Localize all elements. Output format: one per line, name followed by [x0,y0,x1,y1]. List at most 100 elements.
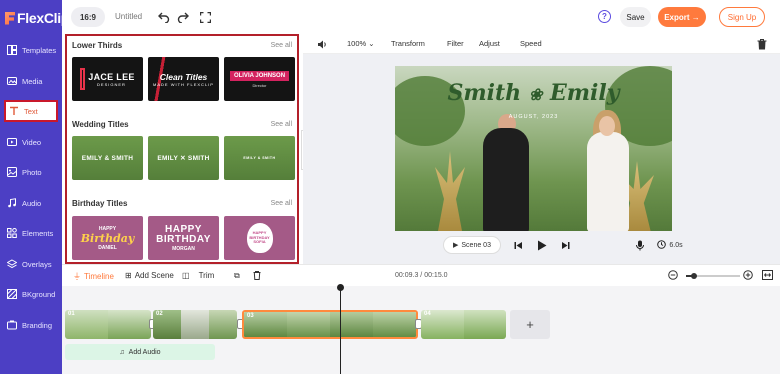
sidebar-item-label: Text [24,106,38,116]
zoom-handle[interactable] [691,273,697,279]
sidebar-item-photo[interactable]: Photo [4,161,58,183]
see-all-wedding-titles[interactable]: See all [271,121,292,128]
zoom-in-icon[interactable] [743,270,753,280]
left-sidebar: FlexClip Templates Media Text Video Phot… [0,0,69,374]
next-scene-icon[interactable] [558,236,572,254]
fullscreen-icon[interactable] [198,10,212,24]
video-title[interactable]: Smith ❀ Emily [395,80,672,106]
media-icon [7,77,17,85]
birthday-template-3[interactable]: HAPPY BIRTHDAY SOFIA [224,216,295,260]
trim-button[interactable]: ◫ Trim [182,271,214,280]
playhead-handle[interactable] [337,284,344,291]
aspect-ratio-button[interactable]: 16:9 [71,7,105,27]
birthday-template-1[interactable]: HAPPY Birthday DANIEL [72,216,143,260]
timeline-toggle-button[interactable]: ⏚ Timeline [73,271,114,282]
sidebar-item-audio[interactable]: Audio [4,192,58,214]
accent-bar [80,68,86,90]
delete-icon[interactable] [253,271,261,280]
sidebar-item-text[interactable]: Text [4,100,58,122]
section-title-wedding-titles: Wedding Titles [72,120,129,129]
timeline-icon: ⏚ [73,272,81,281]
fit-timeline-icon[interactable] [762,270,773,280]
play-small-icon: ▶ [453,242,459,249]
see-all-lower-thirds[interactable]: See all [271,42,292,49]
template-name: DANIEL [98,244,117,251]
sign-up-button[interactable]: Sign Up [719,7,765,27]
overlays-icon [7,259,17,269]
transform-button[interactable]: Transform [391,39,425,48]
wedding-template-2[interactable]: EMILY ✕ SMITH [148,136,219,180]
sidebar-item-label: Audio [22,198,42,208]
lower-third-template-2[interactable]: Clean Titles MADE WITH FLEXCLIP [148,57,219,101]
sidebar-item-media[interactable]: Media [4,70,58,92]
add-audio-button[interactable]: ♫ Add Audio [65,344,215,360]
sidebar-item-label: Photo [22,167,42,177]
undo-icon[interactable] [157,10,171,24]
see-all-birthday-titles[interactable]: See all [271,200,292,207]
scene-clip-4[interactable]: 04 [421,310,506,339]
background-icon [7,289,17,299]
scene-clip-3-selected[interactable]: 03 [242,310,418,339]
section-title-lower-thirds: Lower Thirds [72,41,123,50]
music-note-icon [8,198,16,208]
clock-icon [657,239,667,251]
sidebar-item-overlays[interactable]: Overlays [4,253,58,275]
sidebar-item-elements[interactable]: Elements [4,222,58,244]
sidebar-item-bkground[interactable]: BKground [4,283,58,305]
previous-scene-icon[interactable] [511,236,525,254]
save-button[interactable]: Save [620,7,651,27]
zoom-dropdown[interactable]: 100% ⌄ [347,39,375,48]
template-title: EMILY ✕ SMITH [157,155,210,162]
scene-clip-2[interactable]: 02 [153,310,237,339]
sidebar-item-label: Elements [22,228,54,238]
add-scene-button[interactable]: ⊞ Add Scene [125,271,174,280]
sidebar-item-branding[interactable]: Branding [4,314,58,336]
duplicate-icon[interactable]: ⧉ [234,271,240,281]
speed-button[interactable]: Speed [520,39,542,48]
sidebar-item-label: BKground [22,289,56,299]
birthday-template-2[interactable]: HAPPY BIRTHDAY MORGAN [148,216,219,260]
elements-icon [7,228,17,238]
lower-third-template-1[interactable]: JACE LEE DESIGNER [72,57,143,101]
sidebar-item-label: Video [22,137,42,147]
add-scene-label: Add Scene [134,271,174,280]
microphone-icon[interactable] [633,236,647,254]
wedding-template-1[interactable]: EMILY & SMITH [72,136,143,180]
video-subtitle[interactable]: AUGUST, 2023 [395,114,672,120]
volume-icon[interactable] [315,37,329,51]
sidebar-item-label: Media [22,76,43,86]
sidebar-item-templates[interactable]: Templates [4,39,58,61]
template-title: Birthday [80,231,135,245]
scene-clip-1[interactable]: 01 [65,310,151,339]
text-icon [10,106,18,115]
timeline-zoom-slider[interactable] [686,273,740,279]
adjust-button[interactable]: Adjust [479,39,500,48]
duration-value: 6.0s [669,241,683,249]
play-icon[interactable] [534,236,550,254]
template-title: OLIVIA JOHNSON [229,70,290,81]
sidebar-item-label: Templates [22,45,57,55]
timeline-toolbar: ⏚ Timeline ⊞ Add Scene ◫ Trim ⧉ 00:09.3 … [62,264,780,286]
add-audio-label: Add Audio [128,348,161,356]
playhead[interactable] [340,286,341,374]
trash-icon[interactable] [755,37,769,51]
zoom-out-icon[interactable] [668,270,678,280]
wedding-template-3[interactable]: EMILY & SMITH [224,136,295,180]
preview-area: Smith ❀ Emily AUGUST, 2023 ▶ Scene 03 6.… [303,54,780,264]
lower-third-template-3[interactable]: OLIVIA JOHNSON Director [224,57,295,101]
export-button[interactable]: Export → [658,7,706,27]
add-clip-button[interactable]: + [510,310,550,339]
project-name[interactable]: Untitled [115,12,142,21]
scene-duration[interactable]: 6.0s [655,236,685,254]
filter-button[interactable]: Filter [447,39,464,48]
timeline: 01 02 03 04 + ♫ Add Audio [62,284,780,374]
branding-icon [7,320,17,330]
video-preview[interactable]: Smith ❀ Emily AUGUST, 2023 [395,66,672,231]
scene-selector[interactable]: ▶ Scene 03 [443,236,501,254]
logo[interactable]: FlexClip [5,10,69,26]
template-name: MORGAN [172,245,195,252]
sidebar-item-video[interactable]: Video [4,131,58,153]
help-button[interactable]: ? [598,10,611,23]
redo-icon[interactable] [176,10,190,24]
bride-figure [587,132,629,231]
